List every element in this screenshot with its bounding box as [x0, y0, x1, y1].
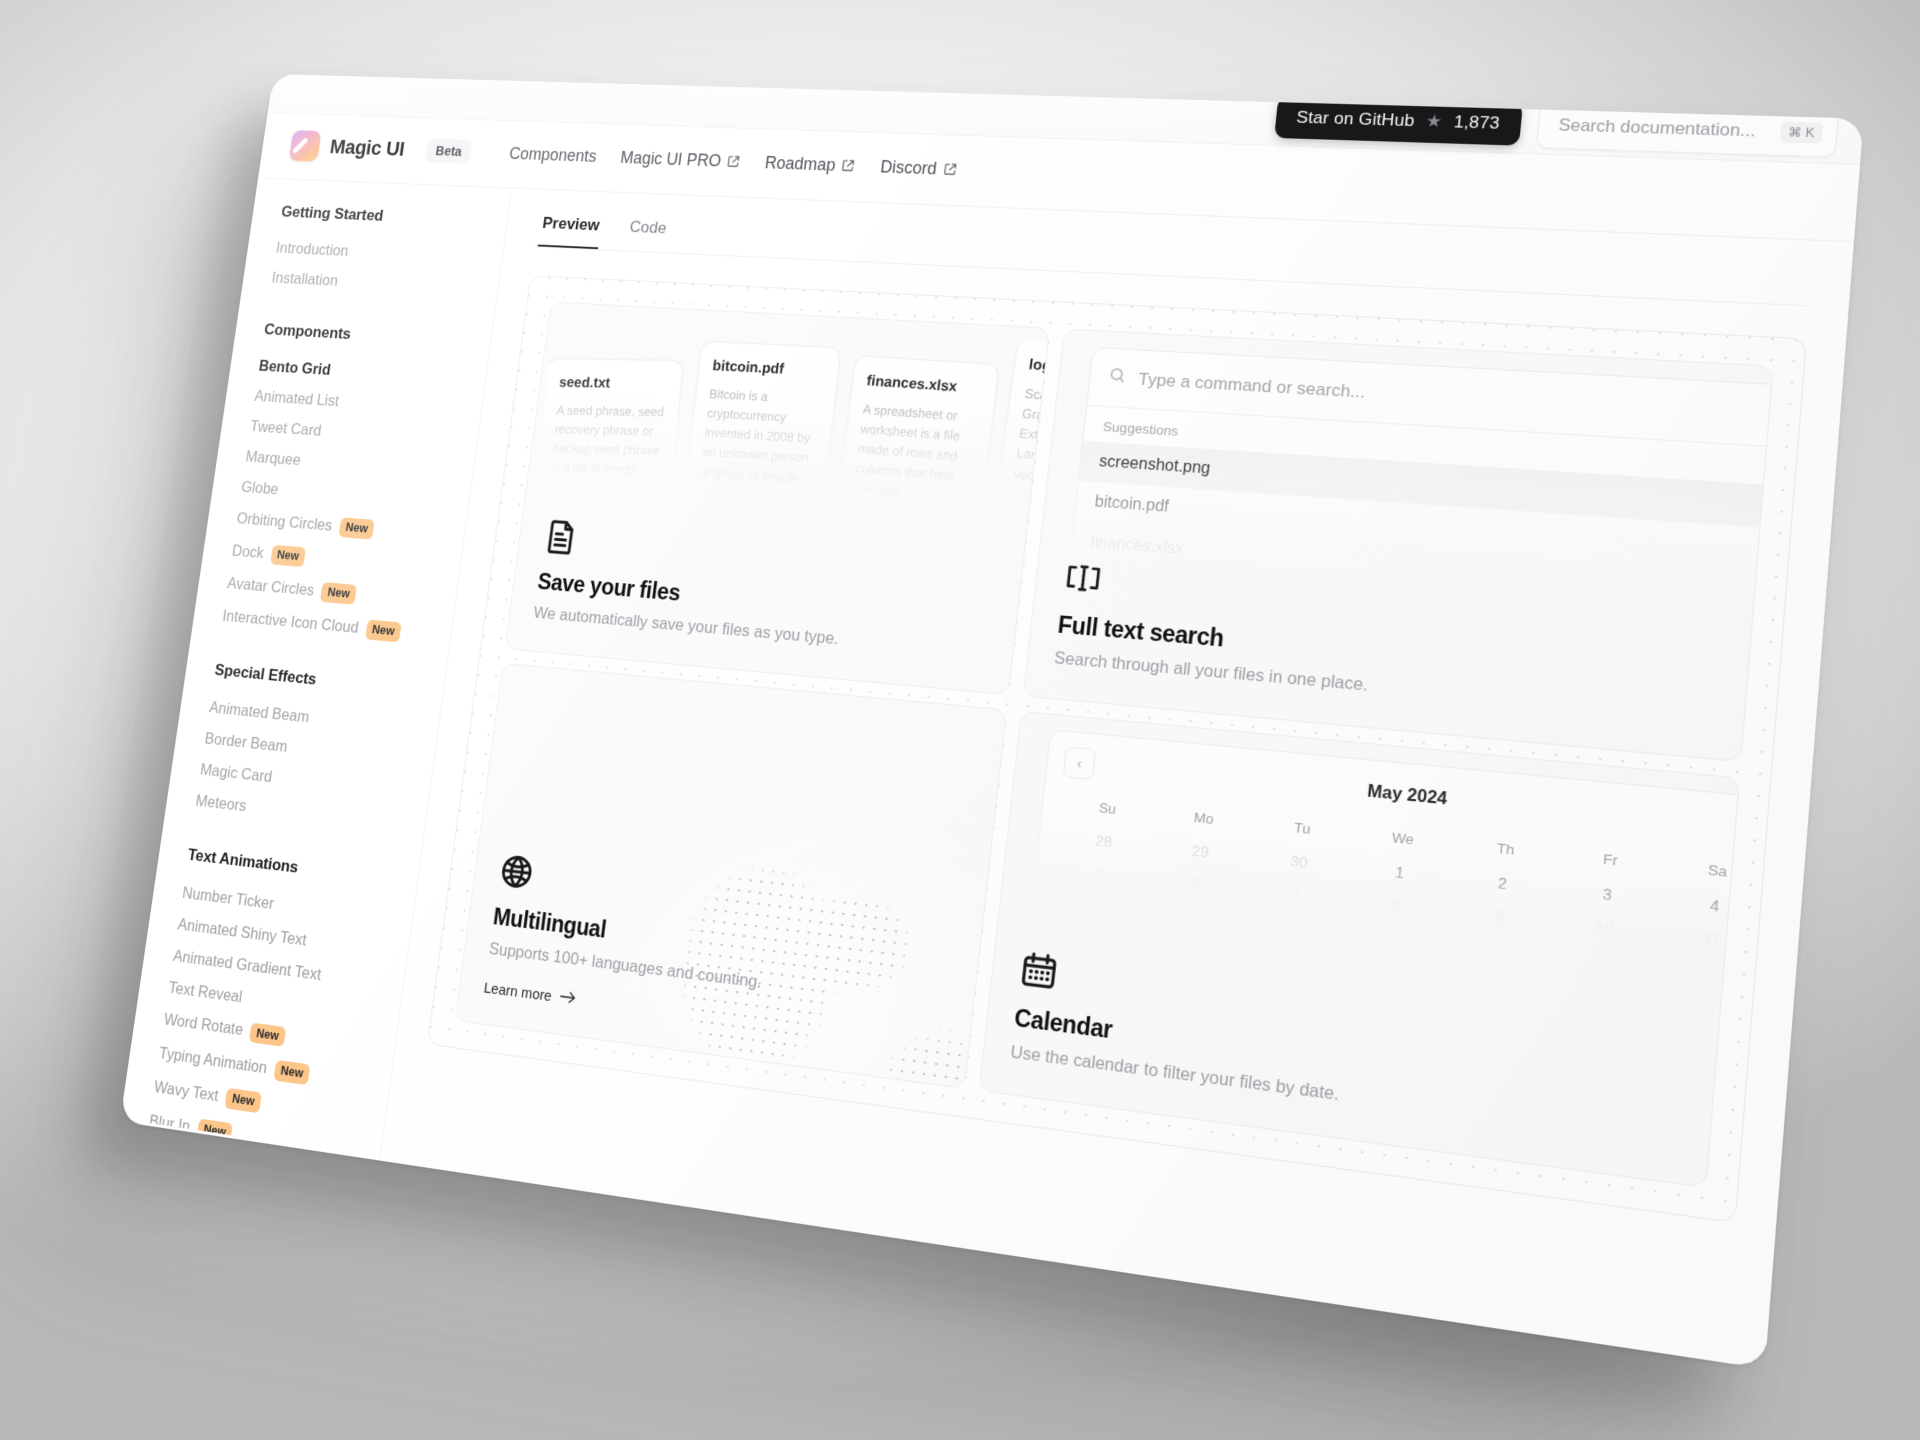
new-badge: New	[224, 1087, 262, 1114]
chevron-left-icon[interactable]: ‹	[1062, 746, 1097, 781]
file-name: finances.xlsx	[865, 372, 959, 396]
bento-cell-save-files[interactable]: seed.txt A seed phrase, seed recovery ph…	[504, 301, 1051, 696]
nav-item-magic-ui-pro[interactable]: Magic UI PRO	[619, 147, 741, 171]
sidebar-item-label: Avatar Circles	[226, 574, 316, 599]
new-badge: New	[338, 517, 376, 540]
sidebar-item-label: Bento Grid	[257, 357, 332, 379]
file-excerpt: Bitcoin is a cryptocurrency invented in …	[697, 386, 811, 502]
nav-item-discord[interactable]: Discord	[879, 157, 958, 180]
sidebar-item-label: Introduction	[274, 239, 350, 260]
file-card[interactable]: logo.svg Scalable Vector Graphics is an …	[990, 338, 1051, 552]
new-badge: New	[364, 619, 403, 642]
file-excerpt: Scalable Vector Graphics is an Extensibl…	[1012, 385, 1051, 492]
sidebar-item-label: Interactive Icon Cloud	[221, 607, 360, 637]
file-card-stack: seed.txt A seed phrase, seed recovery ph…	[530, 324, 1051, 564]
cell-content: Multilingual Supports 100+ languages and…	[483, 851, 958, 1057]
sidebar-section-getting-started: Getting Started	[280, 202, 385, 225]
github-star-count: 1,873	[1452, 112, 1501, 133]
sidebar-item-label: Globe	[240, 478, 280, 499]
tab-code[interactable]: Code	[625, 208, 671, 252]
sidebar-item-label: Tweet Card	[249, 418, 323, 440]
brand-name: Magic UI	[328, 135, 406, 161]
primary-nav: Components Magic UI PRO Roadmap Discord	[508, 144, 958, 180]
search-documentation-input[interactable]: Search documentation... ⌘ K	[1535, 101, 1840, 158]
new-badge: New	[249, 1022, 287, 1048]
chevron-right-icon[interactable]: ›	[1739, 811, 1741, 848]
github-label: Star on GitHub	[1295, 107, 1416, 131]
file-card[interactable]: bitcoin.pdf Bitcoin is a cryptocurrency …	[679, 340, 842, 543]
search-shortcut-badge: ⌘ K	[1779, 121, 1824, 144]
sidebar-item-label: Dock	[230, 542, 265, 562]
calendar-day[interactable]: 11	[1656, 918, 1740, 963]
file-name: seed.txt	[558, 374, 611, 392]
sidebar-item-label: Border Beam	[203, 729, 289, 756]
sidebar-item-label: Marquee	[244, 448, 302, 469]
brand[interactable]: Magic UI	[288, 130, 407, 165]
star-icon: ★	[1425, 111, 1444, 132]
nav-label: Components	[508, 143, 598, 166]
file-card[interactable]: finances.xlsx A spreadsheet or worksheet…	[830, 355, 1000, 564]
beta-badge: Beta	[424, 138, 473, 164]
sidebar-item-label: Separate Away	[143, 1146, 240, 1157]
cell-content: Calendar Use the calendar to filter your…	[1009, 948, 1688, 1153]
page-body: Getting Started Introduction Installatio…	[120, 178, 1854, 1366]
sidebar-item-label: Magic Card	[199, 760, 274, 786]
command-palette-placeholder: Type a command or search...	[1137, 369, 1367, 402]
calendar-month-label: May 2024	[1366, 781, 1449, 809]
screenshot-stage: Star on GitHub ★ 1,873 Search documentat…	[0, 0, 1920, 1440]
new-badge: New	[320, 581, 358, 605]
nav-item-components[interactable]: Components	[508, 144, 598, 167]
calendar-widget[interactable]: ‹ May 2024 › Su Mo Tu We Th	[1032, 729, 1741, 978]
external-link-icon	[841, 159, 856, 173]
learn-more-button[interactable]: Learn more	[483, 979, 577, 1009]
nav-label: Discord	[879, 156, 938, 178]
new-badge: New	[273, 1060, 311, 1086]
search-placeholder: Search documentation...	[1557, 115, 1757, 141]
cell-content: Save your files We automatically save yo…	[532, 518, 998, 666]
bento-grid: seed.txt A seed phrase, seed recovery ph…	[454, 301, 1774, 1188]
component-preview-frame: seed.txt A seed phrase, seed recovery ph…	[426, 275, 1808, 1224]
external-link-icon	[727, 155, 741, 169]
sidebar-item-label: Installation	[270, 269, 339, 290]
file-name: bitcoin.pdf	[711, 357, 785, 378]
file-name: logo.svg	[1027, 356, 1051, 379]
sidebar-section-components: Components	[263, 320, 352, 343]
new-badge: New	[269, 544, 307, 567]
file-excerpt: A spreadsheet or worksheet is a file mad…	[851, 401, 961, 500]
bento-cell-full-text-search[interactable]: Type a command or search... Suggestions …	[1022, 328, 1774, 763]
search-icon	[1107, 366, 1128, 390]
sidebar-item-label: Text Reveal	[167, 978, 244, 1006]
bento-cell-calendar[interactable]: ‹ May 2024 › Su Mo Tu We Th	[978, 710, 1741, 1188]
nav-label: Magic UI PRO	[619, 147, 723, 170]
nav-item-roadmap[interactable]: Roadmap	[764, 153, 856, 176]
sidebar-item-label: Word Rotate	[162, 1011, 245, 1040]
magic-wand-logo-icon	[288, 130, 322, 162]
browser-window: Star on GitHub ★ 1,873 Search documentat…	[119, 73, 1864, 1369]
sidebar-item-label: Animated Beam	[208, 698, 311, 726]
main-content: Preview Code seed.txt A seed phrase, see…	[380, 188, 1854, 1366]
external-link-icon	[942, 162, 957, 176]
sidebar-item-label: Wavy Text	[152, 1078, 220, 1106]
sidebar-item-label: Animated List	[253, 387, 340, 410]
arrow-right-icon	[559, 989, 577, 1009]
sidebar-item-label: Meteors	[194, 791, 248, 815]
tab-preview[interactable]: Preview	[537, 204, 604, 250]
sidebar-item-label: Blur In	[148, 1112, 192, 1136]
star-on-github-button[interactable]: Star on GitHub ★ 1,873	[1273, 96, 1523, 146]
sidebar-item-label: Number Ticker	[181, 883, 276, 913]
file-excerpt: A seed phrase, seed recovery phrase or b…	[548, 402, 665, 497]
nav-label: Roadmap	[763, 152, 837, 175]
bento-cell-multilingual[interactable]: Multilingual Supports 100+ languages and…	[454, 662, 1008, 1089]
learn-more-label: Learn more	[482, 980, 553, 1006]
sidebar-item-label: Orbiting Circles	[235, 510, 334, 535]
new-badge: New	[196, 1118, 234, 1145]
